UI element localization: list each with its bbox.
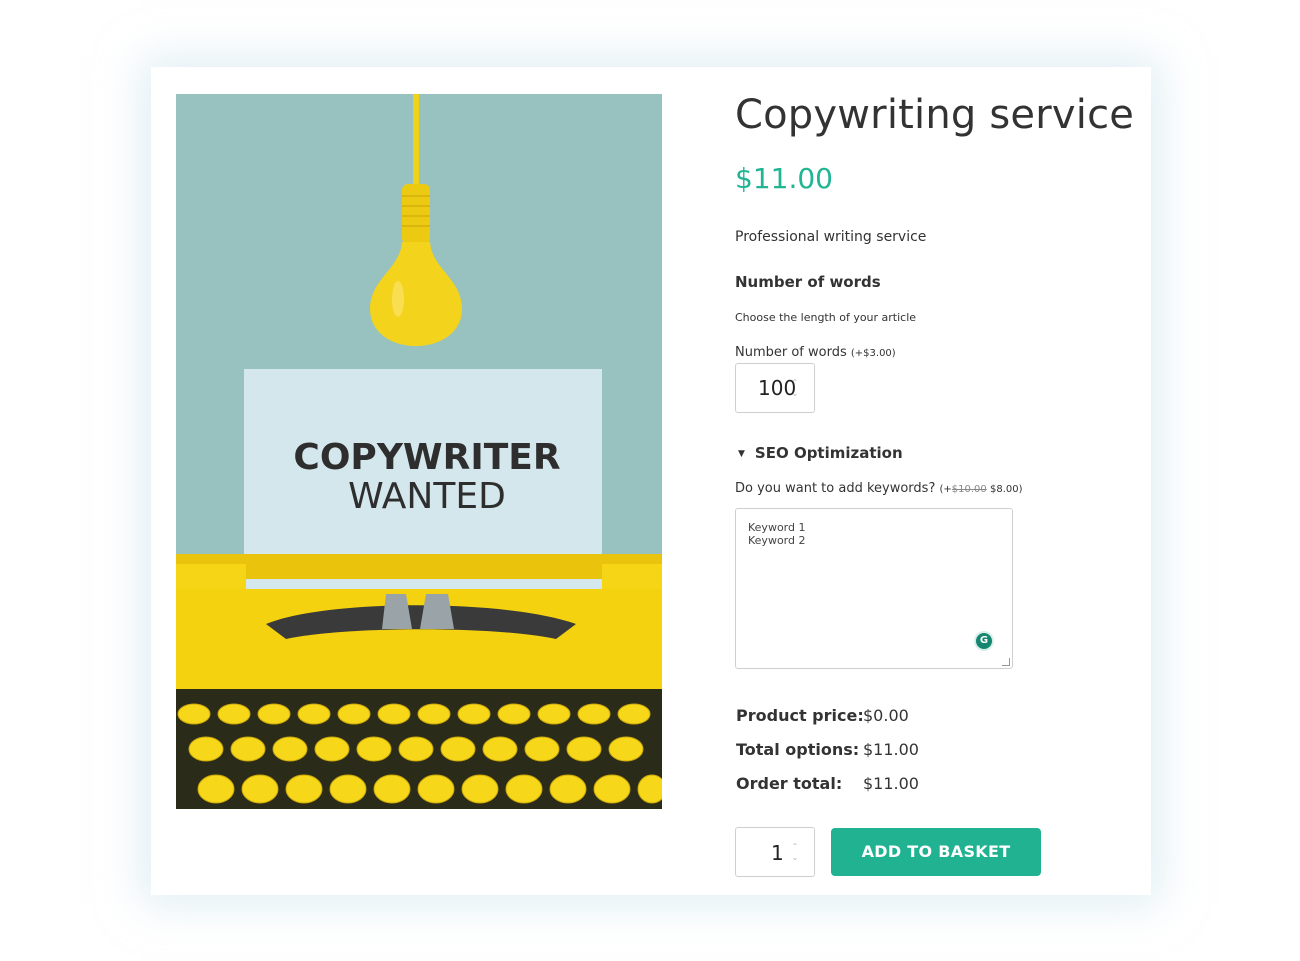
product-price-label: Product price:: [736, 706, 864, 725]
quantity-spinner[interactable]: ⌃ ⌄: [790, 841, 800, 865]
triangle-down-icon: ▼: [738, 449, 745, 459]
order-total-label: Order total:: [736, 774, 843, 793]
keywords-price-old: $10.00: [951, 484, 987, 495]
keywords-field-label: Do you want to add keywords? (+$10.00 $8…: [735, 481, 1023, 496]
chevron-up-icon[interactable]: ⌃: [790, 377, 800, 388]
keywords-price-new: $8.00): [989, 484, 1023, 495]
keywords-price-prefix: (+: [939, 484, 952, 495]
quantity-stepper[interactable]: 1 ⌃ ⌄: [735, 827, 815, 877]
keyword-line: Keyword 1: [748, 521, 806, 534]
product-title: Copywriting service: [735, 92, 1135, 138]
product-image: COPYWRITER WANTED: [176, 94, 662, 809]
words-field-price: (+$3.00): [850, 348, 896, 359]
quantity-value: 1: [771, 841, 784, 865]
resize-grip-icon[interactable]: [1002, 658, 1010, 666]
words-section-subheading: Choose the length of your article: [735, 311, 917, 324]
words-field-label: Number of words (+$3.00): [735, 345, 896, 360]
keywords-field-price: (+$10.00 $8.00): [940, 484, 1023, 495]
sign-line-2: WANTED: [348, 476, 506, 517]
grammarly-icon[interactable]: G: [974, 631, 994, 651]
words-field-label-text: Number of words: [735, 345, 847, 360]
add-to-basket-button[interactable]: ADD TO BASKET: [831, 828, 1041, 876]
words-number-input[interactable]: 100 ⌃ ⌄: [735, 363, 815, 413]
product-description: Professional writing service: [735, 229, 927, 245]
keywords-field-label-text: Do you want to add keywords?: [735, 481, 936, 496]
order-total-value: $11.00: [863, 774, 919, 793]
keyword-line: Keyword 2: [748, 534, 806, 547]
words-section-heading: Number of words: [735, 273, 881, 291]
seo-section-heading: SEO Optimization: [754, 444, 903, 462]
words-spinner[interactable]: ⌃ ⌄: [790, 377, 800, 401]
product-price-value: $0.00: [863, 706, 909, 725]
chevron-up-icon[interactable]: ⌃: [790, 841, 800, 852]
chevron-down-icon[interactable]: ⌄: [790, 388, 800, 399]
options-total-label: Total options:: [736, 740, 860, 759]
seo-section-toggle[interactable]: ▼ SEO Optimization: [738, 444, 903, 462]
keywords-textarea[interactable]: Keyword 1 Keyword 2 G: [735, 508, 1013, 669]
options-total-value: $11.00: [863, 740, 919, 759]
chevron-down-icon[interactable]: ⌄: [790, 852, 800, 863]
sign-line-1: COPYWRITER: [293, 437, 560, 478]
product-price: $11.00: [735, 162, 833, 195]
